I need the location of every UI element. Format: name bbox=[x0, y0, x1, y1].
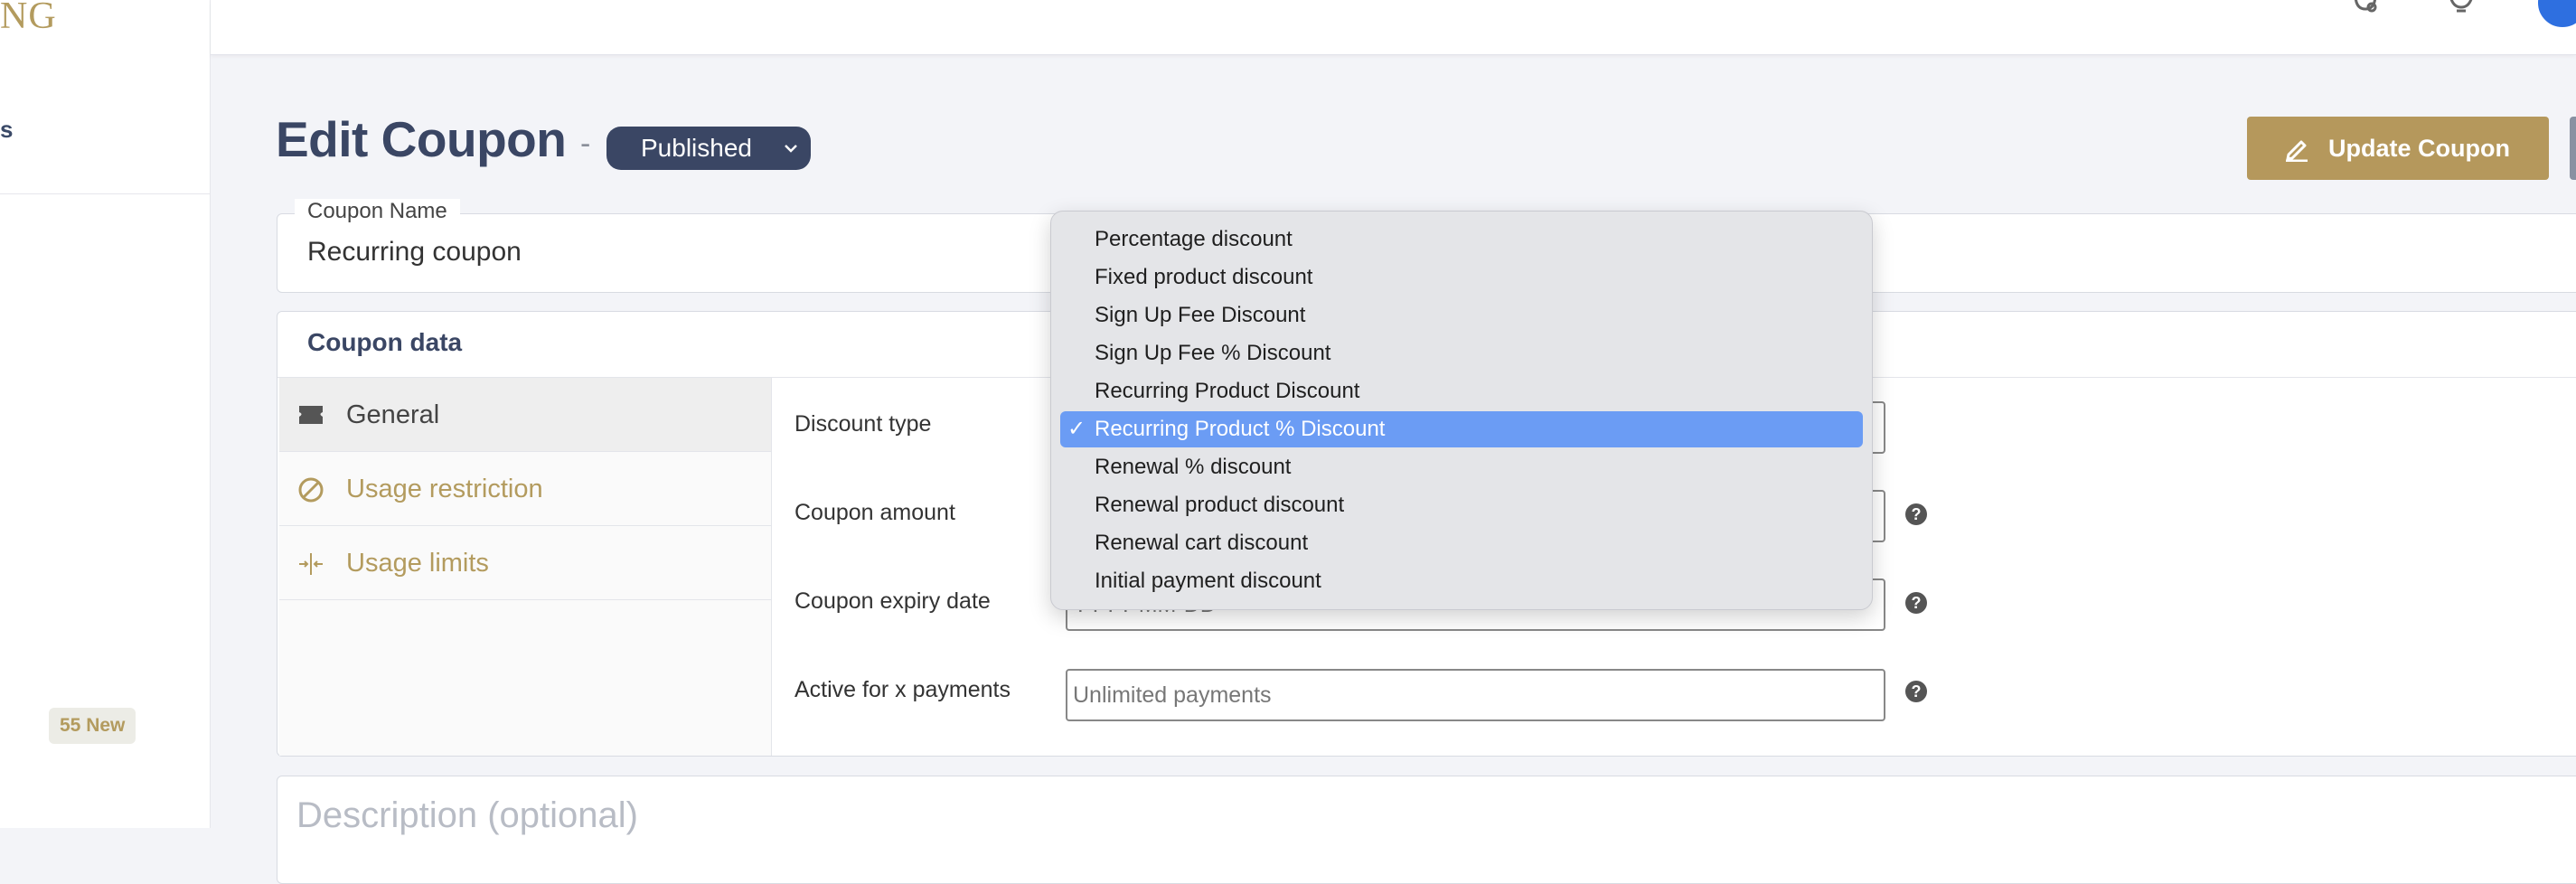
discount-option[interactable]: Sign Up Fee % Discount bbox=[1060, 335, 1863, 371]
page-title: Edit Coupon bbox=[276, 111, 567, 167]
title-separator: - bbox=[580, 127, 591, 161]
new-count-badge: 55 New bbox=[49, 708, 136, 744]
discount-option[interactable]: Initial payment discount bbox=[1060, 563, 1863, 599]
sidebar-divider bbox=[0, 193, 210, 194]
status-select-value: Published bbox=[641, 134, 752, 162]
ticket-icon bbox=[299, 406, 323, 424]
active-payments-input[interactable] bbox=[1067, 671, 1894, 719]
ban-icon bbox=[298, 477, 324, 503]
discount-option[interactable]: Fixed product discount bbox=[1060, 259, 1863, 296]
discount-option-label: Sign Up Fee Discount bbox=[1095, 303, 1306, 327]
check-icon: ✓ bbox=[1067, 417, 1086, 441]
top-bar bbox=[211, 0, 2576, 55]
secondary-action-button[interactable] bbox=[2570, 117, 2576, 180]
arrows-in-icon bbox=[299, 553, 323, 575]
expiry-date-label: Coupon expiry date bbox=[794, 588, 991, 614]
sidebar-item-partial[interactable]: s bbox=[0, 116, 13, 144]
discount-option-label: Renewal % discount bbox=[1095, 455, 1292, 479]
update-coupon-label: Update Coupon bbox=[2328, 135, 2510, 162]
pencil-icon bbox=[2286, 140, 2308, 162]
discount-option-label: Recurring Product % Discount bbox=[1095, 417, 1386, 441]
help-chat-icon[interactable] bbox=[2350, 0, 2381, 13]
discount-option-label: Renewal product discount bbox=[1095, 493, 1345, 517]
coupon-data-title: Coupon data bbox=[307, 328, 463, 356]
discount-type-label: Discount type bbox=[794, 411, 932, 437]
tab-usage-restriction[interactable]: Usage restriction bbox=[279, 452, 771, 526]
description-placeholder: Description (optional) bbox=[296, 795, 638, 835]
discount-option-label: Renewal cart discount bbox=[1095, 531, 1309, 555]
active-payments-help-icon[interactable]: ? bbox=[1905, 681, 1927, 702]
discount-option-label: Percentage discount bbox=[1095, 227, 1293, 251]
coupon-name-label: Coupon Name bbox=[295, 199, 460, 224]
brand-logo[interactable]: NG bbox=[0, 0, 57, 38]
discount-option-label: Recurring Product Discount bbox=[1095, 379, 1360, 403]
discount-option-label: Initial payment discount bbox=[1095, 569, 1321, 593]
discount-option-label: Fixed product discount bbox=[1095, 265, 1313, 289]
status-select[interactable]: Published bbox=[606, 127, 811, 170]
tab-general-label: General bbox=[346, 400, 440, 429]
coupon-amount-help-icon[interactable]: ? bbox=[1905, 503, 1927, 525]
discount-option[interactable]: Renewal cart discount bbox=[1060, 525, 1863, 561]
coupon-amount-label: Coupon amount bbox=[794, 500, 955, 525]
discount-option[interactable]: Recurring Product Discount bbox=[1060, 373, 1863, 409]
coupon-name-value[interactable]: Recurring coupon bbox=[307, 237, 522, 268]
discount-option[interactable]: Renewal product discount bbox=[1060, 487, 1863, 523]
tab-usage-restriction-label: Usage restriction bbox=[346, 475, 543, 503]
tab-usage-limits-label: Usage limits bbox=[346, 549, 489, 578]
active-payments-field[interactable] bbox=[1066, 669, 1894, 721]
expiry-date-help-icon[interactable]: ? bbox=[1905, 592, 1927, 614]
update-coupon-button[interactable]: Update Coupon bbox=[2247, 117, 2549, 180]
active-payments-label: Active for x payments bbox=[794, 677, 1011, 702]
chevron-down-icon bbox=[785, 145, 797, 153]
discount-option[interactable]: Sign Up Fee Discount bbox=[1060, 297, 1863, 334]
discount-option[interactable]: ✓ Recurring Product % Discount bbox=[1060, 411, 1863, 447]
tab-usage-limits[interactable]: Usage limits bbox=[279, 526, 771, 600]
sidebar: NG s 55 New bbox=[0, 0, 211, 828]
discount-option[interactable]: Renewal % discount bbox=[1060, 449, 1863, 485]
notification-bell-icon[interactable] bbox=[2446, 0, 2477, 13]
tab-general[interactable]: General bbox=[279, 378, 771, 452]
discount-option[interactable]: Percentage discount bbox=[1060, 221, 1863, 258]
discount-option-label: Sign Up Fee % Discount bbox=[1095, 341, 1331, 365]
